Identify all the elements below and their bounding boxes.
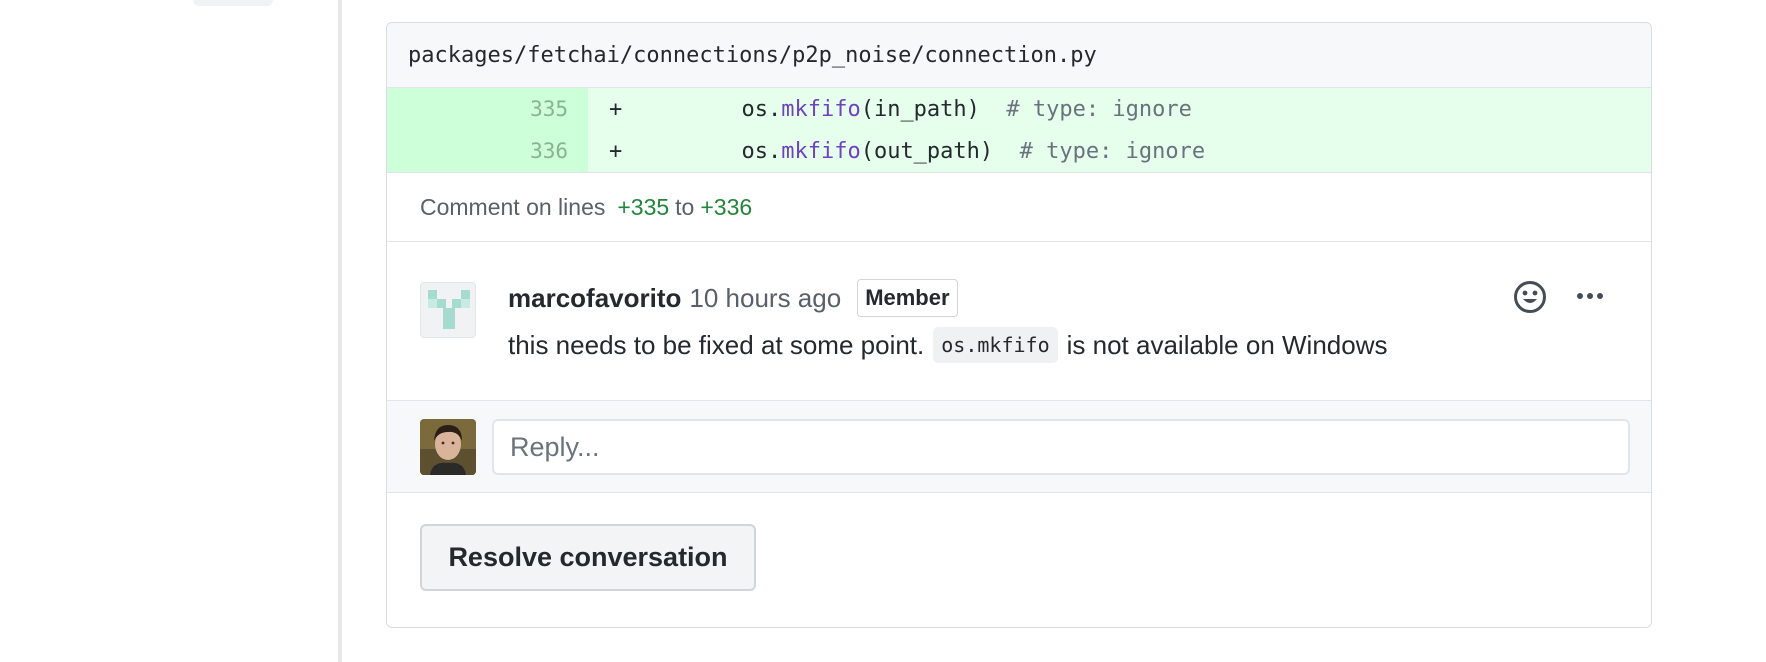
code-token-function: mkfifo (781, 138, 861, 164)
kebab-horizontal-icon[interactable] (1577, 286, 1603, 306)
smiley-icon (1514, 281, 1546, 313)
file-header: packages/fetchai/connections/p2p_noise/c… (387, 23, 1651, 88)
range-prefix: Comment on lines (420, 193, 606, 220)
author-avatar[interactable] (420, 282, 476, 338)
sidebar-tab-edge (193, 0, 273, 6)
range-end: +336 (700, 193, 753, 220)
author-link[interactable]: marcofavorito (508, 283, 681, 314)
range-middle: to (675, 193, 695, 220)
code-token-comment: # type: ignore (993, 138, 1206, 164)
file-path-link[interactable]: packages/fetchai/connections/p2p_noise/c… (408, 43, 1097, 68)
resolve-conversation-button[interactable]: Resolve conversation (420, 524, 756, 591)
reply-input[interactable] (492, 419, 1630, 475)
code-line: + os.mkfifo(in_path) # type: ignore (588, 88, 1651, 130)
comment-timestamp[interactable]: 10 hours ago (689, 283, 841, 314)
diff-marker: + (609, 138, 623, 164)
comment-text-after: is not available on Windows (1066, 329, 1388, 360)
member-badge: Member (857, 279, 958, 317)
code-token-args: (out_path) (860, 138, 994, 164)
range-start: +335 (617, 193, 670, 220)
diff-marker: + (609, 96, 623, 122)
code-token-object: os. (741, 138, 782, 164)
review-thread: packages/fetchai/connections/p2p_noise/c… (386, 22, 1652, 628)
identicon-icon (428, 290, 470, 329)
line-number[interactable]: 335 (387, 88, 588, 130)
comment-text-before: this needs to be fixed at some point. (508, 329, 925, 360)
code-token-object: os. (741, 96, 782, 122)
code-line: + os.mkfifo(out_path) # type: ignore (588, 130, 1651, 172)
code-token-function: mkfifo (781, 96, 861, 122)
code-token-comment: # type: ignore (979, 96, 1192, 122)
current-user-avatar (420, 419, 476, 475)
diff-line-335: 335 + os.mkfifo(in_path) # type: ignore (387, 88, 1651, 130)
diff-line-336: 336 + os.mkfifo(out_path) # type: ignore (387, 130, 1651, 172)
user-photo-icon (420, 419, 476, 475)
timeline-line (338, 0, 342, 662)
comment-body: this needs to be fixed at some point. os… (508, 327, 1387, 363)
comment-header: marcofavorito 10 hours ago Member (508, 279, 958, 317)
comment-range: Comment on lines +335 to +336 (387, 172, 1651, 242)
add-reaction-button[interactable] (1513, 280, 1547, 314)
code-token-args: (in_path) (860, 96, 980, 122)
line-number[interactable]: 336 (387, 130, 588, 172)
reply-area (387, 401, 1651, 493)
inline-code: os.mkfifo (933, 327, 1058, 363)
diff-table: 335 + os.mkfifo(in_path) # type: ignore … (387, 88, 1651, 172)
review-comment: marcofavorito 10 hours ago Member this n… (387, 242, 1651, 401)
